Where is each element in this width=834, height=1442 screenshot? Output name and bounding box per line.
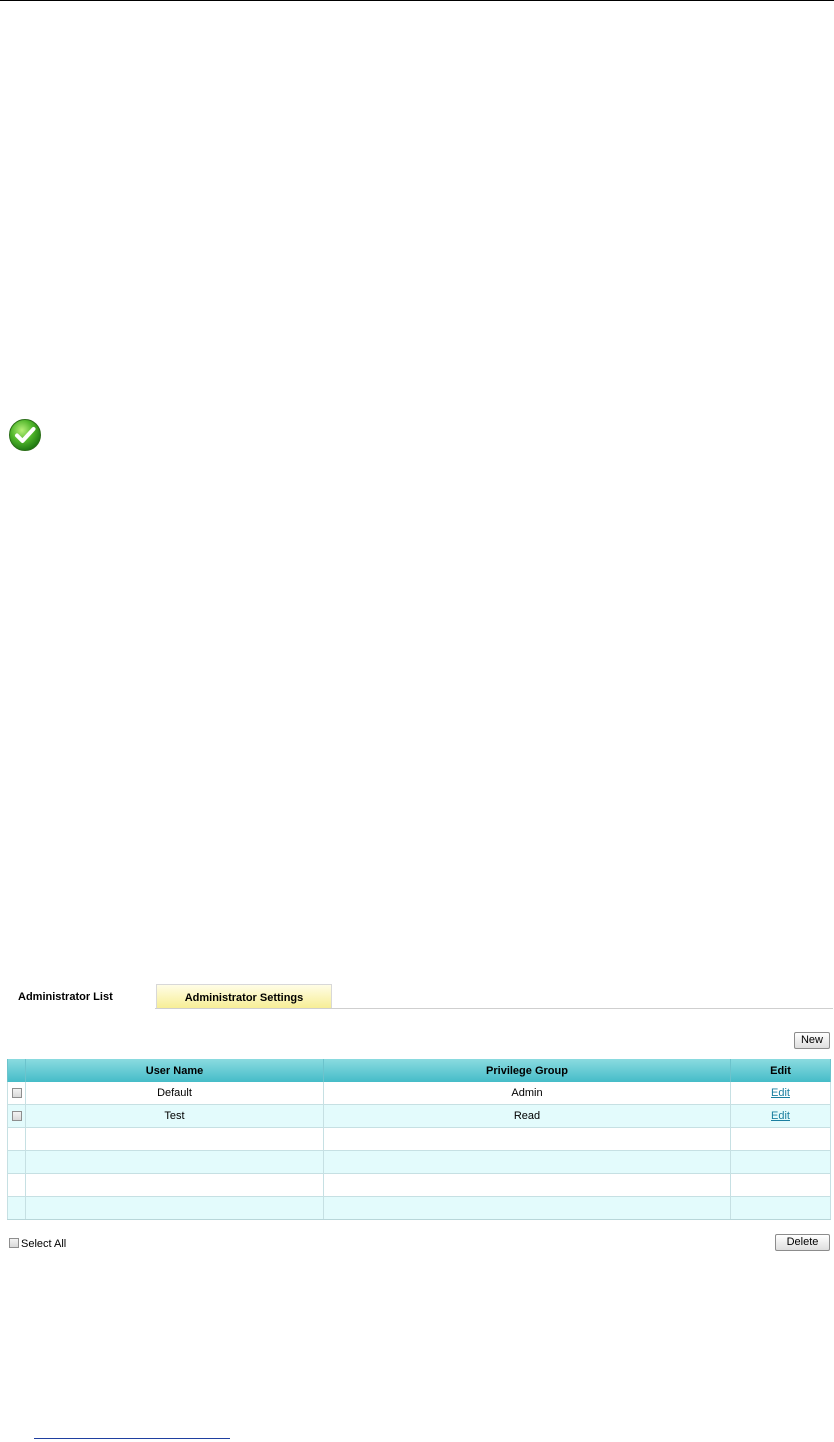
edit-cell: Edit bbox=[730, 1104, 831, 1128]
empty-cell bbox=[25, 1127, 324, 1151]
table-row-empty bbox=[7, 1196, 831, 1220]
top-rule bbox=[0, 0, 834, 1]
tab-administrator-settings[interactable]: Administrator Settings bbox=[156, 984, 332, 1008]
tab-administrator-list[interactable]: Administrator List bbox=[7, 984, 155, 1008]
row-select-cell bbox=[7, 1104, 26, 1128]
tab-bar: Administrator List Administrator Setting… bbox=[7, 984, 833, 1009]
table-row-empty bbox=[7, 1127, 831, 1151]
table-row-empty bbox=[7, 1150, 831, 1174]
empty-cell bbox=[7, 1173, 26, 1197]
empty-cell bbox=[730, 1173, 831, 1197]
header-privilege-group: Privilege Group bbox=[323, 1059, 731, 1082]
new-button[interactable]: New bbox=[794, 1032, 830, 1049]
select-all-label: Select All bbox=[21, 1238, 67, 1250]
footer-link-underline[interactable] bbox=[34, 1438, 230, 1439]
table-row-empty bbox=[7, 1173, 831, 1197]
empty-cell bbox=[323, 1150, 731, 1174]
empty-cell bbox=[323, 1196, 731, 1220]
table-row: Test Read Edit bbox=[7, 1104, 831, 1128]
header-edit: Edit bbox=[730, 1059, 831, 1082]
header-select-column bbox=[7, 1059, 26, 1082]
empty-cell bbox=[730, 1196, 831, 1220]
empty-cell bbox=[25, 1173, 324, 1197]
table-row: Default Admin Edit bbox=[7, 1082, 831, 1105]
row-checkbox[interactable] bbox=[11, 1111, 22, 1122]
select-all-checkbox[interactable] bbox=[9, 1238, 19, 1248]
edit-link[interactable]: Edit bbox=[771, 1110, 790, 1122]
administrator-table: User Name Privilege Group Edit Default A… bbox=[7, 1059, 831, 1220]
edit-cell: Edit bbox=[730, 1082, 831, 1105]
select-all[interactable]: Select All bbox=[9, 1237, 66, 1251]
empty-cell bbox=[323, 1173, 731, 1197]
privilege-group-cell: Admin bbox=[323, 1082, 731, 1105]
empty-cell bbox=[730, 1127, 831, 1151]
row-checkbox[interactable] bbox=[11, 1088, 22, 1099]
header-user-name: User Name bbox=[25, 1059, 324, 1082]
empty-cell bbox=[7, 1127, 26, 1151]
privilege-group-cell: Read bbox=[323, 1104, 731, 1128]
table-header-row: User Name Privilege Group Edit bbox=[7, 1059, 831, 1082]
user-name-cell: Default bbox=[25, 1082, 324, 1105]
user-name-cell: Test bbox=[25, 1104, 324, 1128]
empty-cell bbox=[7, 1150, 26, 1174]
edit-link[interactable]: Edit bbox=[771, 1087, 790, 1099]
empty-cell bbox=[25, 1196, 324, 1220]
empty-cell bbox=[730, 1150, 831, 1174]
empty-cell bbox=[7, 1196, 26, 1220]
empty-cell bbox=[323, 1127, 731, 1151]
empty-cell bbox=[25, 1150, 324, 1174]
delete-button[interactable]: Delete bbox=[775, 1234, 830, 1251]
row-select-cell bbox=[7, 1082, 26, 1105]
check-circle-icon bbox=[9, 419, 41, 451]
